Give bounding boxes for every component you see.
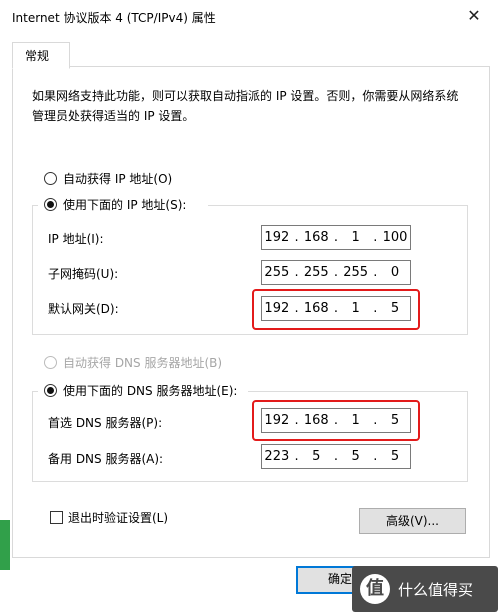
ip-address-input[interactable]: 192. 168. 1. 100 bbox=[261, 225, 411, 250]
radio-auto-dns-label: 自动获得 DNS 服务器地址(B) bbox=[63, 356, 223, 370]
radio-manual-dns-label: 使用下面的 DNS 服务器地址(E): bbox=[63, 384, 238, 398]
radio-auto-ip[interactable] bbox=[44, 172, 57, 185]
preferred-dns-input[interactable]: 192. 168. 1. 5 bbox=[261, 408, 411, 433]
radio-manual-ip[interactable] bbox=[44, 198, 57, 211]
subnet-mask-input[interactable]: 255. 255. 255. 0 bbox=[261, 260, 411, 285]
alternate-dns-label: 备用 DNS 服务器(A): bbox=[48, 452, 164, 466]
validate-label: 退出时验证设置(L) bbox=[68, 511, 169, 525]
background-edge bbox=[0, 520, 10, 570]
advanced-button[interactable]: 高级(V)... bbox=[359, 508, 466, 534]
radio-manual-dns[interactable] bbox=[44, 384, 57, 397]
alternate-dns-input[interactable]: 223. 5. 5. 5 bbox=[261, 444, 411, 469]
gateway-label: 默认网关(D): bbox=[48, 302, 119, 316]
radio-manual-ip-label: 使用下面的 IP 地址(S): bbox=[63, 198, 187, 212]
description-text: 如果网络支持此功能，则可以获取自动指派的 IP 设置。否则，你需要从网络系统管理… bbox=[32, 89, 459, 123]
validate-checkbox[interactable] bbox=[50, 511, 63, 524]
close-icon[interactable]: ✕ bbox=[464, 6, 484, 26]
radio-auto-ip-label: 自动获得 IP 地址(O) bbox=[63, 172, 173, 186]
subnet-mask-label: 子网掩码(U): bbox=[48, 267, 119, 281]
radio-auto-dns[interactable] bbox=[44, 356, 57, 369]
preferred-dns-label: 首选 DNS 服务器(P): bbox=[48, 416, 163, 430]
gateway-input[interactable]: 192. 168. 1. 5 bbox=[261, 296, 411, 321]
watermark-logo-icon: 值 bbox=[360, 574, 390, 604]
window-title: Internet 协议版本 4 (TCP/IPv4) 属性 bbox=[12, 11, 216, 25]
watermark: 值 什么值得买 bbox=[352, 566, 498, 612]
tab-general[interactable]: 常规 bbox=[12, 42, 70, 69]
ip-address-label: IP 地址(I): bbox=[48, 232, 104, 246]
tab-label: 常规 bbox=[25, 49, 50, 63]
watermark-text: 什么值得买 bbox=[398, 581, 474, 599]
